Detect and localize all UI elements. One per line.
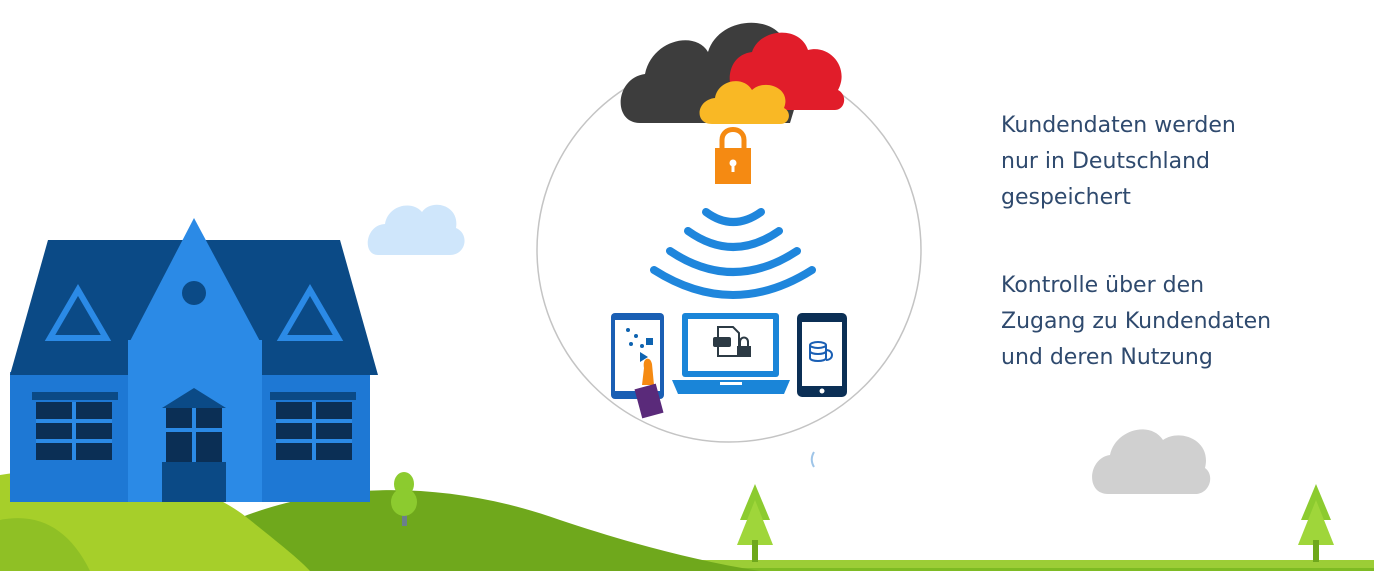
storage-info: Kundendaten werden nur in Deutschland ge… — [1001, 108, 1361, 216]
cloud-icon — [620, 22, 845, 124]
grey-cloud-icon — [1092, 429, 1211, 494]
pine-tree-icon — [737, 484, 773, 562]
text-line: Kontrolle über den — [1001, 273, 1205, 298]
laptop-icon — [672, 313, 790, 394]
text-line: gespeichert — [1001, 185, 1131, 210]
tablet-icon — [611, 313, 664, 419]
text-line: Kundendaten werden — [1001, 113, 1236, 138]
pine-tree-icon — [1298, 484, 1334, 562]
control-info: Kontrolle über den Zugang zu Kundendaten… — [1001, 268, 1361, 376]
phone-icon — [797, 313, 847, 397]
circle-mark — [810, 451, 815, 468]
text-line: und deren Nutzung — [1001, 345, 1213, 370]
lock-icon — [715, 127, 751, 184]
text-line: nur in Deutschland — [1001, 149, 1211, 174]
house-icon — [10, 218, 378, 502]
light-cloud-icon — [367, 204, 465, 255]
text-line: Zugang zu Kundendaten — [1001, 309, 1272, 334]
wifi-icon — [650, 208, 816, 299]
info-text: Kundendaten werden nur in Deutschland ge… — [1001, 108, 1361, 428]
